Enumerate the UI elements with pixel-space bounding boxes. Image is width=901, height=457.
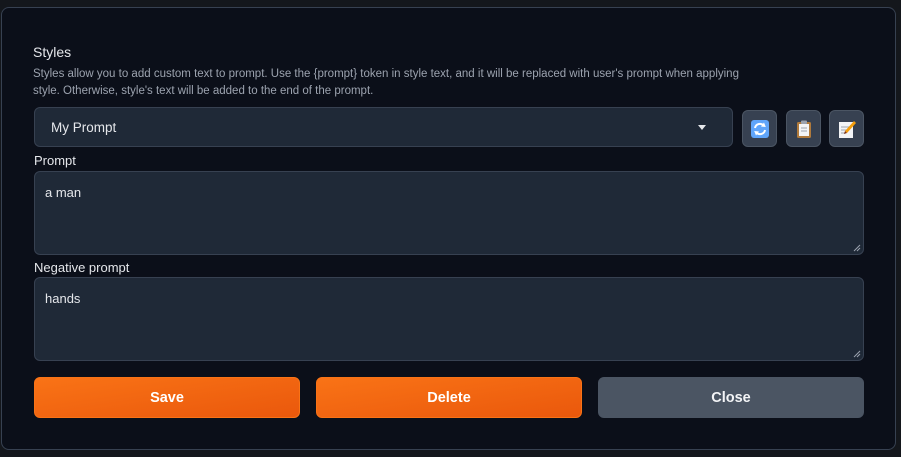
negative-prompt-text: hands: [45, 291, 81, 306]
modal-title: Styles: [33, 44, 72, 60]
modal-description: Styles allow you to add custom text to p…: [33, 68, 739, 97]
chevron-down-icon: [698, 125, 706, 130]
edit-icon: [839, 121, 856, 138]
refresh-styles-button[interactable]: [742, 110, 777, 147]
save-button[interactable]: Save: [34, 377, 300, 418]
negative-prompt-textarea[interactable]: hands: [34, 277, 864, 361]
refresh-icon: [751, 120, 769, 138]
style-select-dropdown[interactable]: My Prompt: [34, 107, 733, 147]
prompt-textarea[interactable]: a man: [34, 171, 864, 255]
apply-style-button[interactable]: [786, 110, 821, 147]
close-button[interactable]: Close: [598, 377, 864, 418]
resize-handle-icon[interactable]: [853, 350, 861, 358]
resize-handle-icon[interactable]: [853, 244, 861, 252]
prompt-text: a man: [45, 185, 82, 200]
clipboard-icon: [797, 120, 811, 138]
delete-button[interactable]: Delete: [316, 377, 582, 418]
prompt-label: Prompt: [34, 153, 76, 168]
negative-prompt-label: Negative prompt: [34, 260, 130, 275]
selected-style-value: My Prompt: [51, 120, 117, 135]
edit-style-button[interactable]: [829, 110, 864, 147]
